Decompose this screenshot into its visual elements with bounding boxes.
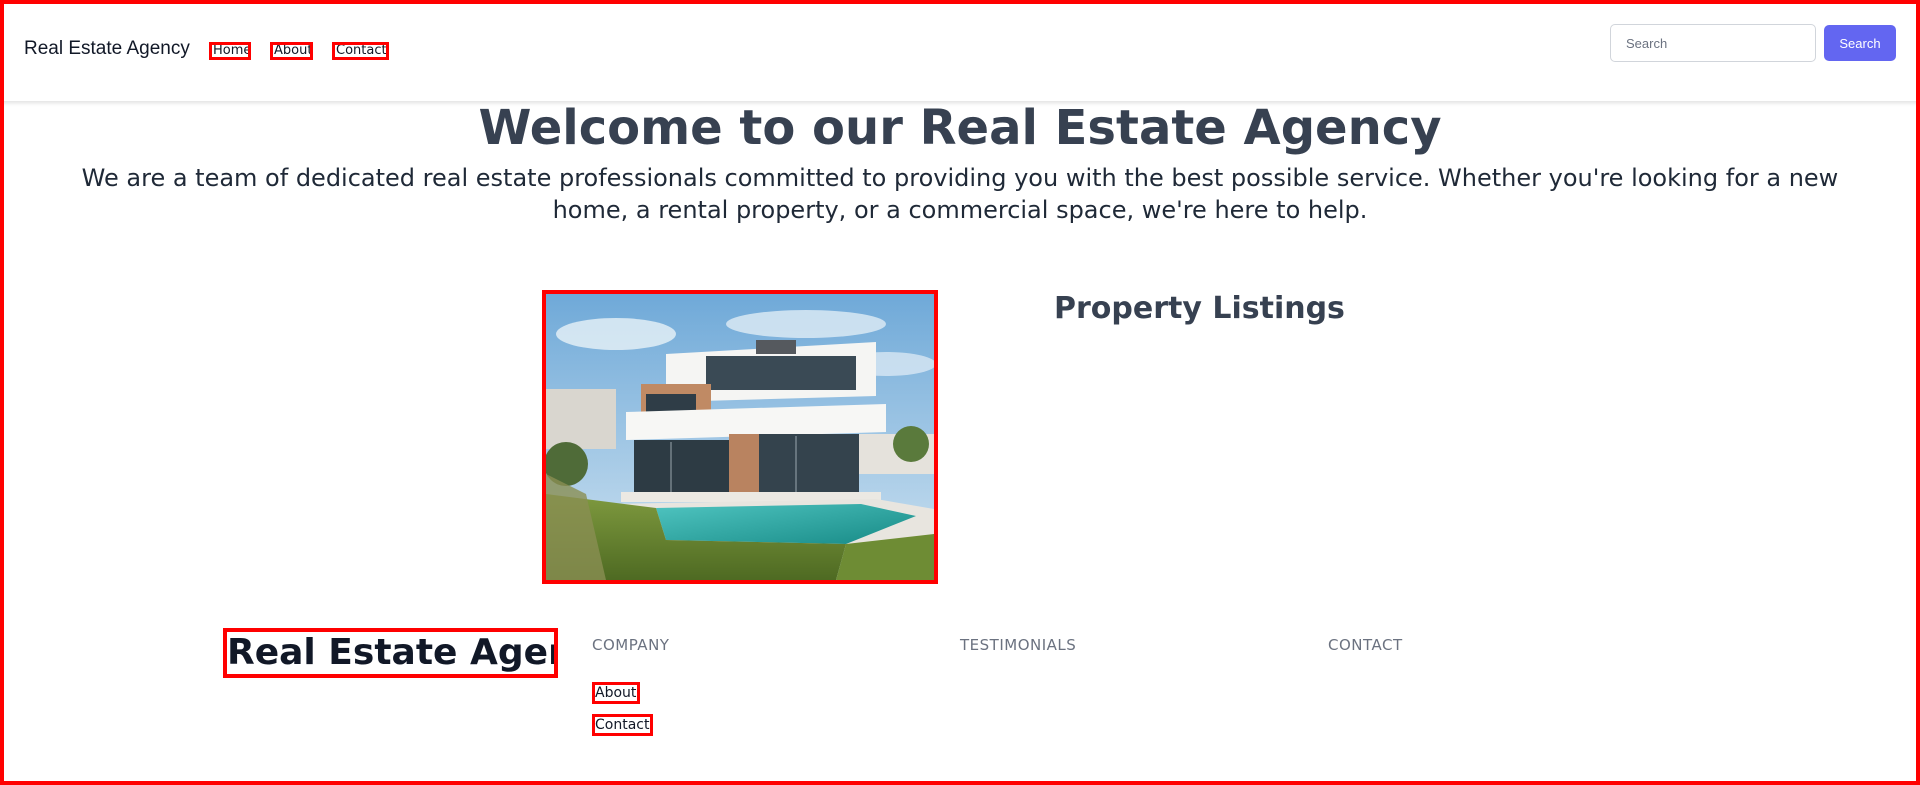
hero-description: We are a team of dedicated real estate p… xyxy=(81,164,1839,224)
nav-link-contact[interactable]: Contact xyxy=(332,42,389,60)
property-listings-title: Property Listings xyxy=(1054,291,1345,326)
footer-heading-testimonials: TESTIMONIALS xyxy=(960,636,1077,654)
nav-link-about[interactable]: About xyxy=(270,42,313,60)
search-button[interactable]: Search xyxy=(1824,25,1896,61)
footer-link-about[interactable]: About xyxy=(592,682,640,704)
nav-link-home[interactable]: Home xyxy=(209,42,251,60)
footer-brand[interactable]: Real Estate Agency xyxy=(223,628,558,678)
property-photo xyxy=(542,290,938,584)
hero-title: Welcome to our Real Estate Agency xyxy=(478,100,1442,156)
brand-logo-text[interactable]: Real Estate Agency xyxy=(24,38,190,60)
footer-heading-contact: CONTACT xyxy=(1328,636,1403,654)
footer-link-contact[interactable]: Contact xyxy=(592,714,653,736)
footer-heading-company: COMPANY xyxy=(592,636,670,654)
navbar: Real Estate Agency Home About Contact Se… xyxy=(0,0,1920,101)
search-input[interactable] xyxy=(1610,24,1816,62)
